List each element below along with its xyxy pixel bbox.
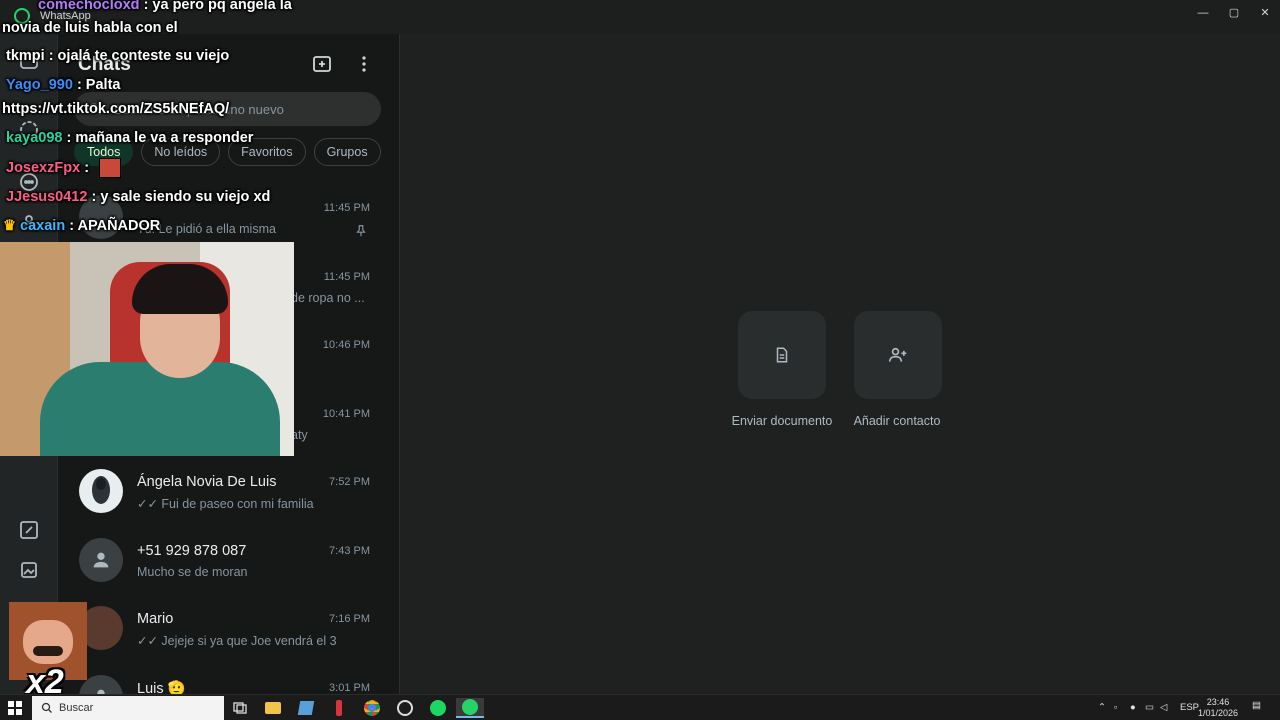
chat-item[interactable]: 11:45 PM Tú: Le pidió a ella misma [58,182,399,250]
channels-icon[interactable] [17,170,41,194]
chat-name: Luis 🫡 [137,681,186,694]
search-placeholder: Buscar o empezar uno nuevo [114,102,284,117]
taskbar-search-label: Buscar [59,702,94,714]
chat-list-panel: Chats Buscar o empezar uno nuevo Todos N… [58,34,400,694]
chat-last-message: de ropa no ... [291,291,365,305]
avatar [79,469,123,513]
chats-icon[interactable] [17,50,41,74]
media-icon[interactable] [17,558,41,582]
chat-time: 10:41 PM [322,408,370,420]
filter-no-leidos[interactable]: No leídos [141,138,221,166]
chat-name: Ángela Novia De Luis [137,474,277,490]
whatsapp-window: WhatsApp — ▢ ✕ Chats Buscar o empezar un… [0,0,1280,701]
network-icon[interactable]: ▭ [1145,702,1154,713]
app-icon[interactable] [394,698,416,718]
chat-item[interactable]: 11:45 PM de ropa no ... [58,251,399,319]
app-title: WhatsApp [40,10,91,22]
chat-last-message: aty [291,428,308,442]
chat-item[interactable]: 10:41 PM aty [58,388,399,456]
nav-rail [0,34,58,694]
filter-favoritos[interactable]: Favoritos [228,138,306,166]
add-contact-label: Añadir contacto [853,414,941,428]
communities-icon[interactable] [17,210,41,234]
clock[interactable]: 23:46 1/01/2026 [1198,697,1238,719]
send-document-button[interactable] [738,311,826,399]
chat-item[interactable]: Ángela Novia De Luis 7:52 PM ✓✓ Fui de p… [58,456,399,524]
chat-item[interactable]: 10:46 PM [58,319,399,387]
avatar [79,332,123,376]
chat-last-message: Mucho se de moran [137,565,248,579]
avatar [79,264,123,308]
main-panel: Enviar documento Añadir contacto [400,34,1280,694]
search-icon [89,103,101,115]
clock-time: 23:46 [1206,697,1230,707]
avatar [79,675,123,694]
chat-time: 7:43 PM [329,545,370,557]
title-bar: WhatsApp — ▢ ✕ [0,0,1280,34]
chat-time: 11:45 PM [323,271,370,283]
minimize-button[interactable]: — [1192,4,1214,22]
app-icon[interactable] [328,698,350,718]
avatar [79,195,123,239]
chat-last-message: Tú: Le pidió a ella misma [137,222,276,236]
chat-time: 7:16 PM [329,613,370,625]
chat-last-message: ✓✓ Jejeje si ya que Joe vendrá el 3 [137,634,337,648]
status-icon[interactable] [17,118,41,142]
whatsapp-logo-icon [14,8,30,24]
chat-item[interactable]: +51 929 878 087 7:43 PM Mucho se de mora… [58,525,399,593]
taskbar: Buscar ⌃ ▫ ● ▭ ◁ ESP 23:46 1/01/2026 ▤ [0,694,1280,720]
tray-icon[interactable]: ▫ [1114,702,1117,713]
close-button[interactable]: ✕ [1254,4,1276,22]
clock-date: 1/01/2026 [1197,708,1238,718]
maximize-button[interactable]: ▢ [1223,4,1245,22]
chat-time: 11:45 PM [323,202,370,214]
edit-icon[interactable] [17,518,41,542]
tray-chevron-icon[interactable]: ⌃ [1098,702,1106,713]
file-explorer-icon[interactable] [262,698,284,718]
filter-grupos[interactable]: Grupos [313,138,381,166]
filter-todos[interactable]: Todos [74,138,134,166]
chat-name: Mario [137,611,174,627]
add-contact-icon [888,347,907,362]
new-chat-icon[interactable] [310,52,334,76]
avatar [79,538,123,582]
avatar [79,401,123,445]
search-input[interactable]: Buscar o empezar uno nuevo [74,92,381,126]
search-icon [41,702,52,713]
whatsapp-taskbar-icon[interactable] [456,698,484,718]
language-indicator[interactable]: ESP [1180,702,1199,713]
document-icon [776,347,788,363]
chat-time: 7:52 PM [329,476,370,488]
task-view-icon[interactable] [229,698,251,718]
app-icon[interactable] [295,698,317,718]
chat-item[interactable]: Mario 7:16 PM ✓✓ Jejeje si ya que Joe ve… [58,593,399,661]
pin-icon [354,224,368,238]
windows-start-icon[interactable] [8,701,22,715]
chats-heading: Chats [78,54,131,75]
chat-time: 10:46 PM [322,339,370,351]
volume-icon[interactable]: ◁ [1160,702,1167,713]
chat-time: 3:01 PM [329,682,370,694]
microphone-icon[interactable]: ● [1130,702,1136,713]
filter-chips: Todos No leídos Favoritos Grupos [74,138,381,166]
chat-last-message: ✓✓ Fui de paseo con mi familia [137,497,314,511]
spotify-icon[interactable] [427,698,449,718]
chat-item[interactable]: Luis 🫡 3:01 PM [58,662,399,694]
default-avatar-icon [97,689,105,694]
chat-name: +51 929 878 087 [137,543,247,559]
chrome-icon[interactable] [361,698,383,718]
taskbar-search[interactable]: Buscar [32,696,224,720]
notifications-icon[interactable]: ▤ [1252,700,1261,711]
menu-icon[interactable] [352,52,376,76]
avatar [79,606,123,650]
add-contact-button[interactable] [854,311,942,399]
default-avatar-icon [93,552,109,568]
